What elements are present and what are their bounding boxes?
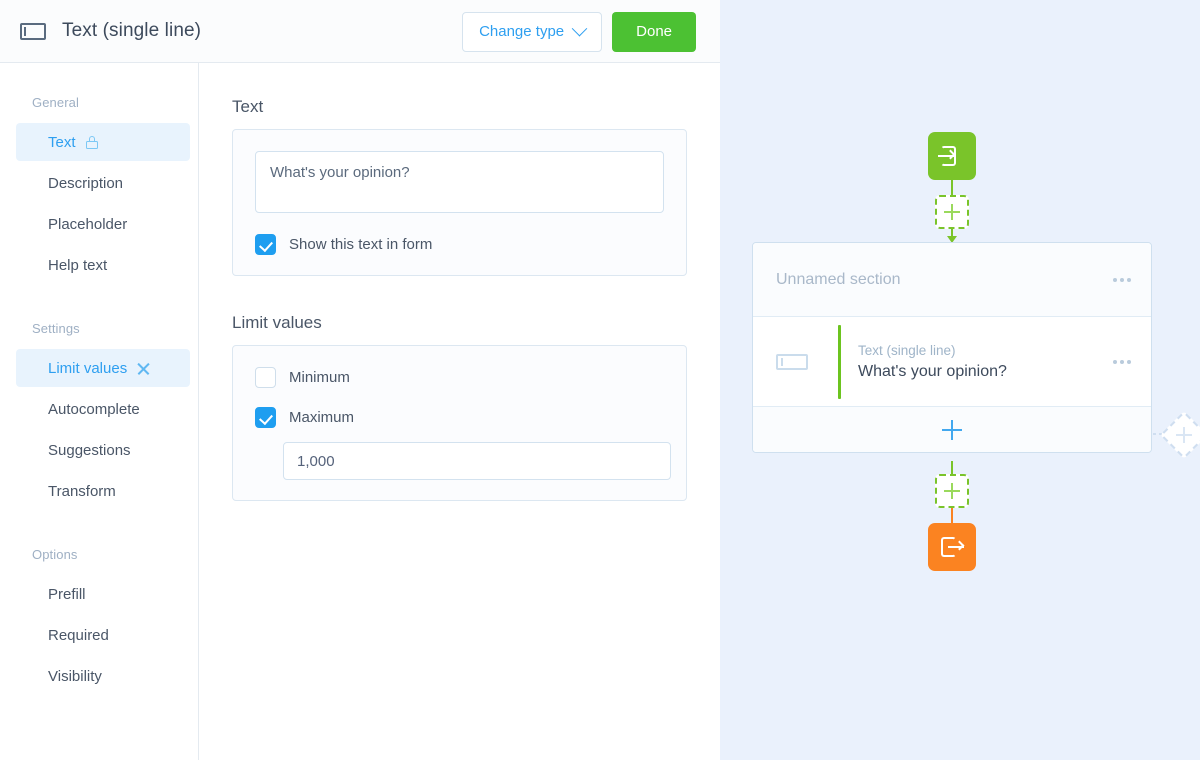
flow-field-row[interactable]: Text (single line) What's your opinion? <box>753 317 1151 407</box>
sidebar-item-label: Suggestions <box>48 441 131 459</box>
field-text-block: Text (single line) What's your opinion? <box>858 343 1113 381</box>
selected-indicator-bar <box>838 324 841 399</box>
sidebar-item-label: Autocomplete <box>48 400 140 418</box>
show-in-form-row[interactable]: Show this text in form <box>255 234 664 255</box>
page-title: Text (single line) <box>62 20 202 41</box>
change-type-label: Change type <box>479 23 565 40</box>
minimum-row[interactable]: Minimum <box>255 367 664 388</box>
sidebar-item-label: Required <box>48 626 109 644</box>
maximum-label: Maximum <box>289 409 355 426</box>
sidebar-item-required[interactable]: Required <box>16 616 190 654</box>
show-in-form-checkbox[interactable] <box>255 234 276 255</box>
exit-door-icon <box>940 535 965 559</box>
sidebar-item-label: Help text <box>48 256 108 274</box>
sidebar-item-visibility[interactable]: Visibility <box>16 657 190 695</box>
chevron-down-icon <box>571 20 588 37</box>
limit-section-title: Limit values <box>232 313 322 332</box>
close-icon[interactable] <box>137 362 150 375</box>
sidebar-item-transform[interactable]: Transform <box>16 472 190 510</box>
sidebar-item-limit-values[interactable]: Limit values <box>16 349 190 387</box>
add-step-button-bottom[interactable] <box>935 474 969 508</box>
maximum-row[interactable]: Maximum <box>255 407 664 428</box>
connector-add-to-end <box>951 508 953 524</box>
sidebar-item-label: Placeholder <box>48 215 128 233</box>
section-name[interactable]: Unnamed section <box>776 271 1113 289</box>
flow-section-card: Unnamed section Text (single line) What'… <box>752 242 1152 453</box>
sidebar-item-text[interactable]: Text <box>16 123 190 161</box>
sidebar-item-label: Visibility <box>48 667 102 685</box>
sidebar-item-label: Description <box>48 174 124 192</box>
sidebar-item-placeholder[interactable]: Placeholder <box>16 205 190 243</box>
flow-start-node[interactable] <box>928 132 976 180</box>
field-type-label: Text (single line) <box>858 342 956 358</box>
header-actions: Change type Done <box>462 0 696 63</box>
sidebar-item-description[interactable]: Description <box>16 164 190 202</box>
minimum-label: Minimum <box>289 369 350 386</box>
nav-group-label-settings: Settings <box>32 321 80 336</box>
text-field-icon <box>20 22 46 40</box>
editor-header: Text (single line) Change type Done <box>0 0 720 63</box>
field-question-label: What's your opinion? <box>858 362 1007 380</box>
add-step-button-top[interactable] <box>935 195 969 229</box>
limit-values-card: Minimum Maximum <box>232 345 687 501</box>
maximum-value-input[interactable] <box>283 442 671 480</box>
settings-sidebar: General Text Description Placeholder Hel… <box>0 63 199 760</box>
nav-group-label-general: General <box>32 95 79 110</box>
sidebar-item-prefill[interactable]: Prefill <box>16 575 190 613</box>
sidebar-item-help-text[interactable]: Help text <box>16 246 190 284</box>
flow-end-node[interactable] <box>928 523 976 571</box>
text-field-icon <box>776 353 808 370</box>
maximum-checkbox[interactable] <box>255 407 276 428</box>
sidebar-item-label: Limit values <box>48 359 128 377</box>
lock-icon <box>85 135 98 149</box>
connector-section-to-add <box>951 461 953 475</box>
question-text-input[interactable] <box>255 151 664 213</box>
nav-group-label-options: Options <box>32 547 78 562</box>
minimum-checkbox[interactable] <box>255 367 276 388</box>
sidebar-item-label: Prefill <box>48 585 86 603</box>
field-editor-pane: Text (single line) Change type Done Gene… <box>0 0 720 760</box>
sidebar-item-label: Transform <box>48 482 116 500</box>
form-flow-canvas: Unnamed section Text (single line) What'… <box>720 0 1200 760</box>
text-settings-card: Show this text in form <box>232 129 687 276</box>
done-button[interactable]: Done <box>612 11 696 52</box>
editor-content: Text Show this text in form Limit values… <box>199 63 720 760</box>
done-label: Done <box>636 23 672 40</box>
show-in-form-label: Show this text in form <box>289 236 433 253</box>
change-type-button[interactable]: Change type <box>462 11 603 52</box>
enter-door-icon <box>938 144 964 168</box>
plus-icon <box>942 419 962 440</box>
section-header[interactable]: Unnamed section <box>753 243 1151 317</box>
add-field-button[interactable] <box>753 407 1151 452</box>
sidebar-item-suggestions[interactable]: Suggestions <box>16 431 190 469</box>
field-more-options-icon[interactable] <box>1113 359 1131 364</box>
sidebar-item-label: Text <box>48 133 76 151</box>
section-more-options-icon[interactable] <box>1113 277 1131 282</box>
editor-body: General Text Description Placeholder Hel… <box>0 63 720 760</box>
text-section-title: Text <box>232 97 264 116</box>
connector-start-to-add <box>951 180 953 196</box>
form-builder-app: Text (single line) Change type Done Gene… <box>0 0 1200 760</box>
add-branch-button[interactable] <box>1159 410 1200 460</box>
sidebar-item-autocomplete[interactable]: Autocomplete <box>16 390 190 428</box>
